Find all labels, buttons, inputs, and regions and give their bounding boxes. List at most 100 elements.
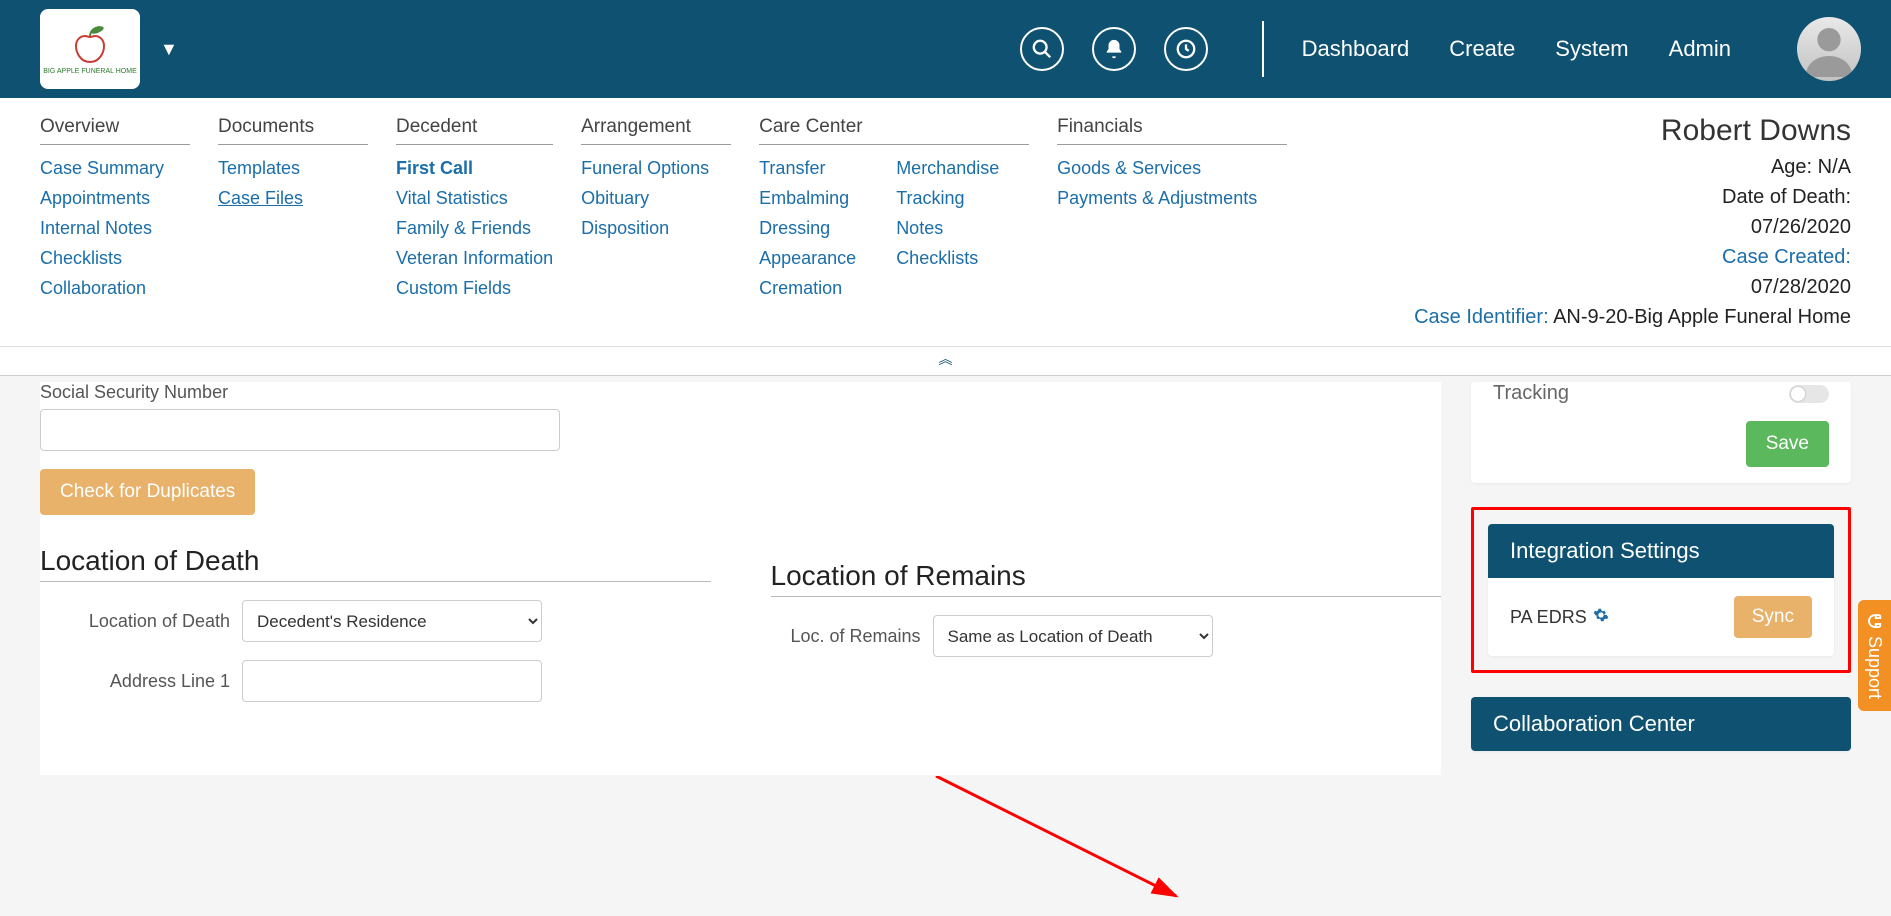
gear-icon: [1593, 607, 1609, 623]
right-sidebar: Tracking Save Integration Settings PA ED…: [1471, 382, 1851, 775]
person-icon: [1801, 21, 1857, 77]
dod-label: Date of Death:: [1414, 182, 1851, 212]
link-collaboration[interactable]: Collaboration: [40, 273, 190, 303]
col-heading-arrangement: Arrangement: [581, 116, 731, 145]
link-case-files[interactable]: Case Files: [218, 183, 368, 213]
top-bar: BIG APPLE FUNERAL HOME ▼ Dashboard Creat…: [0, 0, 1891, 98]
link-dressing[interactable]: Dressing: [759, 213, 856, 243]
link-vital-statistics[interactable]: Vital Statistics: [396, 183, 553, 213]
section-location-of-death: Location of Death: [40, 545, 711, 582]
tracking-label: Tracking: [1493, 382, 1569, 405]
addr1-label: Address Line 1: [40, 671, 230, 692]
search-button[interactable]: [1020, 27, 1064, 71]
search-icon: [1031, 38, 1053, 60]
collaboration-center-panel: Collaboration Center: [1471, 697, 1851, 751]
vertical-separator: [1262, 21, 1264, 77]
link-first-call[interactable]: First Call: [396, 153, 553, 183]
case-id-link[interactable]: Case Identifier:: [1414, 306, 1549, 328]
link-funeral-options[interactable]: Funeral Options: [581, 153, 731, 183]
link-case-summary[interactable]: Case Summary: [40, 153, 190, 183]
age-value: N/A: [1818, 156, 1851, 178]
link-appearance[interactable]: Appearance: [759, 243, 856, 273]
link-custom-fields[interactable]: Custom Fields: [396, 273, 553, 303]
link-tracking[interactable]: Tracking: [896, 183, 999, 213]
address-line-1-input[interactable]: [242, 660, 542, 702]
link-cc-checklists[interactable]: Checklists: [896, 243, 999, 273]
col-heading-carecenter: Care Center: [759, 116, 1029, 145]
nav-dashboard[interactable]: Dashboard: [1302, 36, 1410, 62]
location-of-remains-select[interactable]: Same as Location of Death: [933, 615, 1213, 657]
annotation-arrow: [926, 776, 1206, 916]
col-documents: Documents Templates Case Files: [218, 116, 368, 332]
ssn-label: Social Security Number: [40, 382, 711, 403]
case-created-link[interactable]: Case Created:: [1722, 246, 1851, 268]
col-heading-decedent: Decedent: [396, 116, 553, 145]
org-dropdown-caret[interactable]: ▼: [160, 39, 178, 60]
tracking-toggle[interactable]: [1789, 385, 1829, 403]
integration-settings-panel: Integration Settings PA EDRS Sync: [1488, 524, 1834, 656]
link-appointments[interactable]: Appointments: [40, 183, 190, 213]
link-obituary[interactable]: Obituary: [581, 183, 731, 213]
case-info-panel: Robert Downs Age: N/A Date of Death: 07/…: [1414, 116, 1851, 332]
link-embalming[interactable]: Embalming: [759, 183, 856, 213]
integration-panel-heading: Integration Settings: [1488, 524, 1834, 578]
col-arrangement: Arrangement Funeral Options Obituary Dis…: [581, 116, 731, 332]
support-tab[interactable]: Support: [1858, 600, 1891, 711]
link-templates[interactable]: Templates: [218, 153, 368, 183]
col-heading-overview: Overview: [40, 116, 190, 145]
link-goods-services[interactable]: Goods & Services: [1057, 153, 1287, 183]
dod-value: 07/26/2020: [1414, 212, 1851, 242]
lor-field-label: Loc. of Remains: [771, 626, 921, 647]
col-financials: Financials Goods & Services Payments & A…: [1057, 116, 1287, 332]
link-veteran-info[interactable]: Veteran Information: [396, 243, 553, 273]
col-overview: Overview Case Summary Appointments Inter…: [40, 116, 190, 332]
ssn-input[interactable]: [40, 409, 560, 451]
section-location-of-remains: Location of Remains: [771, 560, 1442, 597]
link-notes[interactable]: Notes: [896, 213, 999, 243]
nav-create[interactable]: Create: [1449, 36, 1515, 62]
nav-system[interactable]: System: [1555, 36, 1628, 62]
bell-icon: [1103, 38, 1125, 60]
location-of-death-select[interactable]: Decedent's Residence: [242, 600, 542, 642]
tracking-panel: Tracking Save: [1471, 382, 1851, 483]
case-subnav: Overview Case Summary Appointments Inter…: [0, 98, 1891, 347]
case-id-value: AN-9-20-Big Apple Funeral Home: [1549, 306, 1851, 328]
user-avatar[interactable]: [1797, 17, 1861, 81]
link-checklists[interactable]: Checklists: [40, 243, 190, 273]
logo-text: BIG APPLE FUNERAL HOME: [43, 68, 137, 75]
col-heading-financials: Financials: [1057, 116, 1287, 145]
link-payments-adjustments[interactable]: Payments & Adjustments: [1057, 183, 1287, 213]
check-duplicates-button[interactable]: Check for Duplicates: [40, 469, 255, 515]
history-button[interactable]: [1164, 27, 1208, 71]
integration-settings-gear[interactable]: [1593, 607, 1609, 628]
clock-icon: [1175, 38, 1197, 60]
collapse-subnav[interactable]: ︽: [0, 347, 1891, 376]
link-family-friends[interactable]: Family & Friends: [396, 213, 553, 243]
main-form-area: Social Security Number Check for Duplica…: [40, 382, 1441, 775]
link-cremation[interactable]: Cremation: [759, 273, 856, 303]
col-decedent: Decedent First Call Vital Statistics Fam…: [396, 116, 553, 332]
link-transfer[interactable]: Transfer: [759, 153, 856, 183]
lod-field-label: Location of Death: [40, 611, 230, 632]
nav-admin[interactable]: Admin: [1669, 36, 1731, 62]
case-created-value: 07/28/2020: [1414, 272, 1851, 302]
page-content: Social Security Number Check for Duplica…: [0, 376, 1891, 781]
sync-button[interactable]: Sync: [1734, 596, 1812, 638]
link-merchandise[interactable]: Merchandise: [896, 153, 999, 183]
age-label: Age:: [1771, 156, 1818, 178]
link-disposition[interactable]: Disposition: [581, 213, 731, 243]
support-label: Support: [1864, 636, 1885, 699]
highlight-annotation: Integration Settings PA EDRS Sync: [1471, 507, 1851, 673]
integration-name: PA EDRS: [1510, 607, 1587, 628]
col-carecenter: Care Center Transfer Embalming Dressing …: [759, 116, 1029, 332]
collab-panel-heading: Collaboration Center: [1471, 697, 1851, 751]
link-internal-notes[interactable]: Internal Notes: [40, 213, 190, 243]
headset-icon: [1866, 612, 1884, 630]
col-heading-documents: Documents: [218, 116, 368, 145]
primary-nav: Dashboard Create System Admin: [1302, 36, 1731, 62]
decedent-name: Robert Downs: [1414, 116, 1851, 146]
save-button[interactable]: Save: [1746, 421, 1829, 467]
org-logo[interactable]: BIG APPLE FUNERAL HOME: [40, 9, 140, 89]
chevron-up-icon: ︽: [939, 351, 953, 367]
notifications-button[interactable]: [1092, 27, 1136, 71]
